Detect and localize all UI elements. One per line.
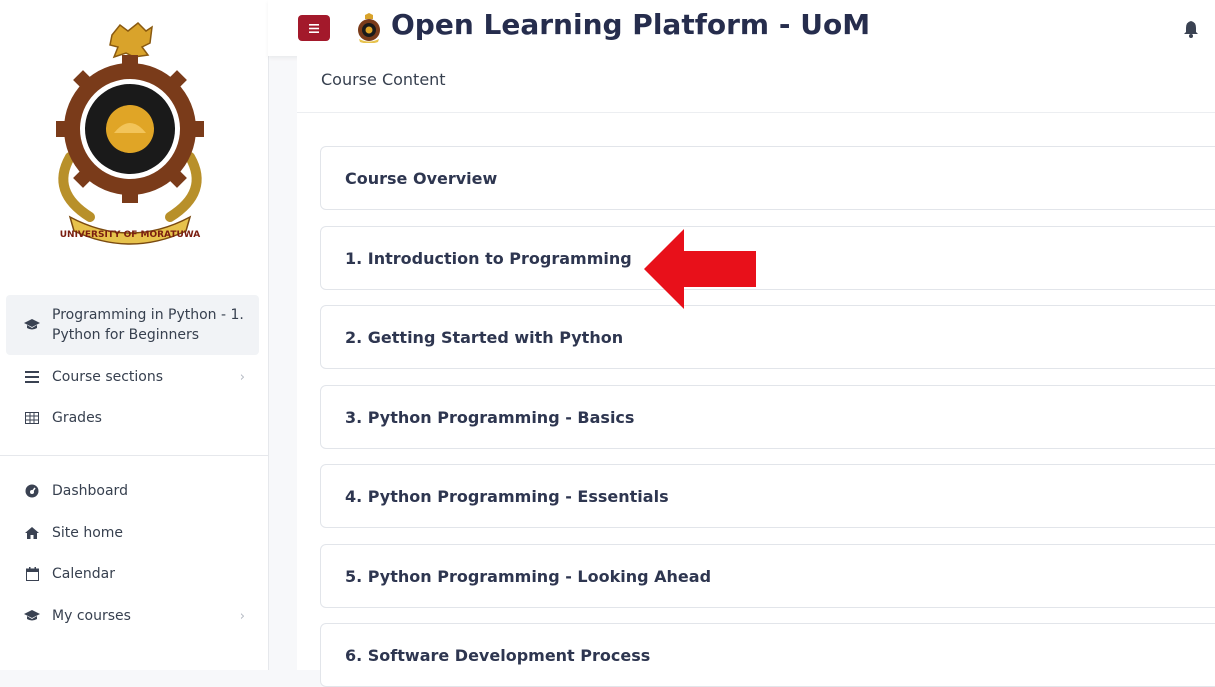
sidebar-item-label: Programming in Python - 1. Python for Be… [52,307,244,343]
divider [297,112,1215,113]
sidebar-item-calendar[interactable]: Calendar [6,554,259,594]
section-4[interactable]: 4. Python Programming - Essentials [320,464,1215,528]
hamburger-icon [309,23,319,33]
section-title[interactable]: 4. Python Programming - Essentials [345,487,669,506]
section-title[interactable]: 1. Introduction to Programming [345,249,632,268]
app-title[interactable]: Open Learning Platform - UoM [391,8,870,41]
brand-emblem-icon [358,13,380,43]
section-5[interactable]: 5. Python Programming - Looking Ahead [320,544,1215,608]
section-course-overview[interactable]: Course Overview [320,146,1215,210]
section-2[interactable]: 2. Getting Started with Python [320,305,1215,369]
section-6[interactable]: 6. Software Development Process [320,623,1215,687]
sidebar-item-label: Dashboard [52,483,128,499]
sidebar-item-label: Grades [52,410,102,426]
university-logo[interactable]: UNIVERSITY OF MORATUWA [20,14,240,259]
chevron-right-icon: › [239,369,245,385]
sidebar-item-label: My courses [52,608,131,624]
home-icon [24,525,40,541]
list-icon [24,369,40,385]
sidebar-item-grades[interactable]: Grades [6,398,259,438]
calendar-icon [24,566,40,582]
section-title[interactable]: 2. Getting Started with Python [345,328,623,347]
sidebar-item-course-sections[interactable]: Course sections › [6,357,259,397]
section-1[interactable]: 1. Introduction to Programming [320,226,1215,290]
top-navbar: Open Learning Platform - UoM [268,0,1215,56]
course-content-panel: Course Content Course Overview 1. Introd… [297,56,1215,687]
graduation-cap-icon [24,317,40,333]
sidebar-item-label: Site home [52,525,124,541]
logo-ribbon-text: UNIVERSITY OF MORATUWA [60,230,201,240]
sidebar-item-dashboard[interactable]: Dashboard [6,471,259,511]
sidebar: UNIVERSITY OF MORATUWA Programming in Py… [0,0,269,670]
sidebar-item-label: Calendar [52,566,115,582]
university-crest-icon: UNIVERSITY OF MORATUWA [56,21,204,245]
section-title[interactable]: 3. Python Programming - Basics [345,408,634,427]
section-3[interactable]: 3. Python Programming - Basics [320,385,1215,449]
sidebar-divider [0,455,268,456]
sidebar-item-site-home[interactable]: Site home [6,513,259,553]
section-title[interactable]: Course Overview [345,169,497,188]
section-title[interactable]: 5. Python Programming - Looking Ahead [345,567,711,586]
sidebar-item-my-courses[interactable]: My courses › [6,596,259,636]
menu-toggle-button[interactable] [298,15,330,41]
dashboard-icon [24,483,40,499]
graduation-cap-icon [24,608,40,624]
bell-icon[interactable] [1183,20,1199,38]
section-title[interactable]: 6. Software Development Process [345,646,650,665]
chevron-right-icon: › [239,608,245,624]
page-title: Course Content [321,70,446,89]
highlight-arrow-icon [644,229,756,309]
table-icon [24,410,40,426]
sidebar-item-current-course[interactable]: Programming in Python - 1. Python for Be… [6,295,259,355]
sidebar-item-label: Course sections [52,369,164,385]
